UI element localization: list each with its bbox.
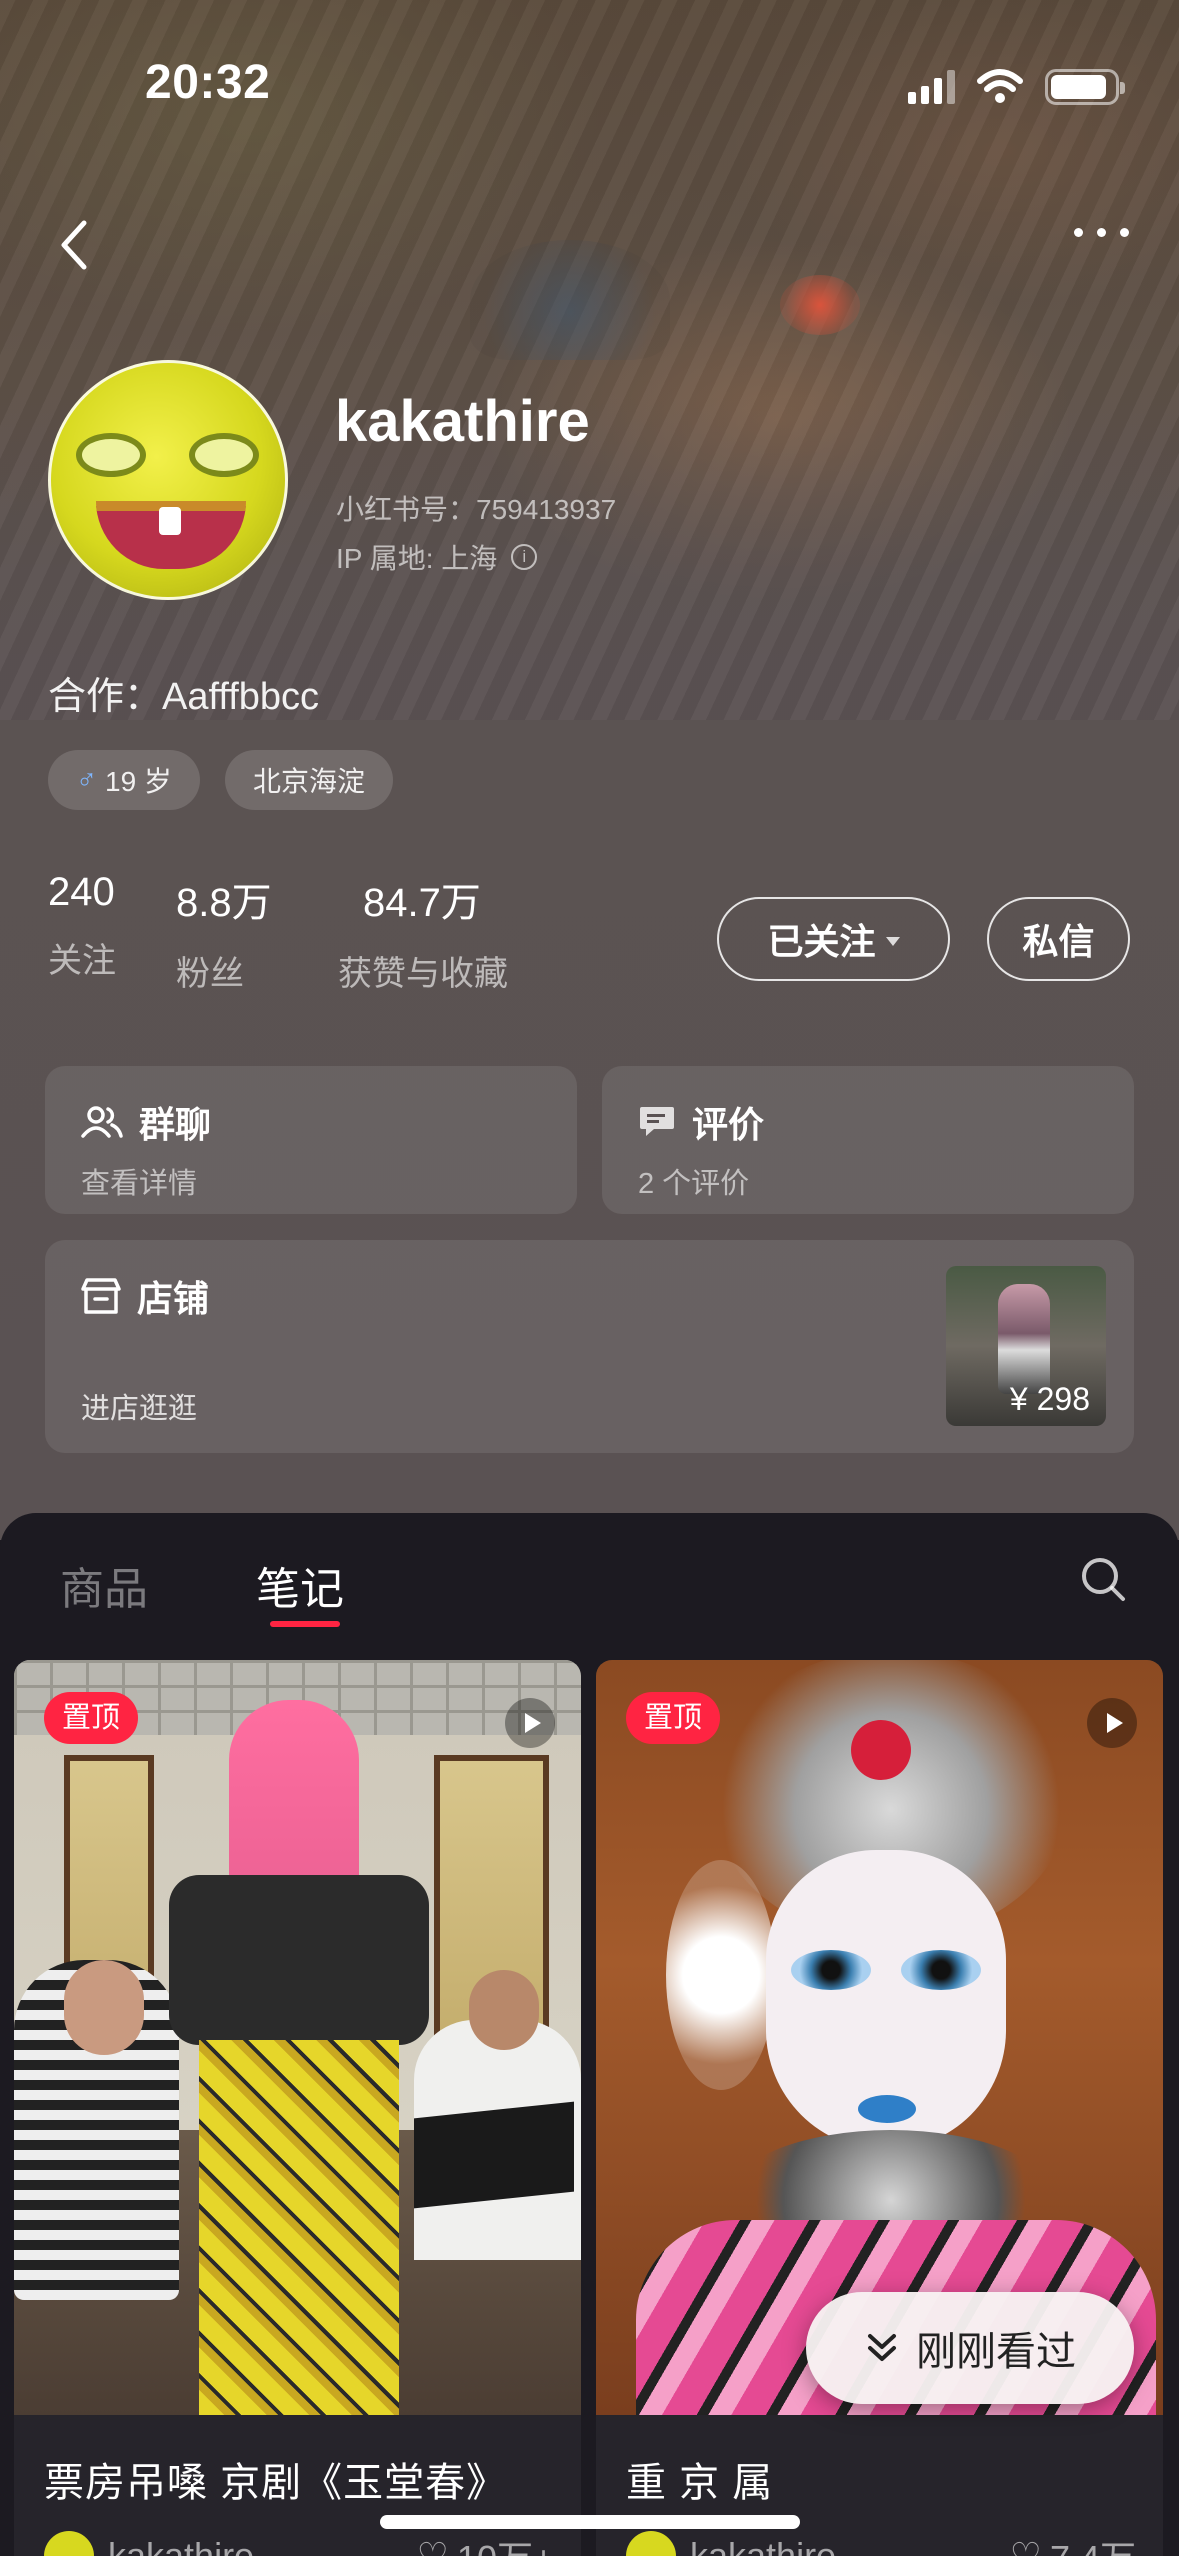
bg-flower-decoration bbox=[780, 275, 860, 335]
ip-location: IP 属地: 上海 i bbox=[336, 537, 538, 577]
note-title: 票房吊嗓 京剧《玉堂春》 bbox=[44, 2461, 508, 2505]
shop-product-thumbnail[interactable]: ¥ 298 bbox=[946, 1266, 1106, 1426]
stat-following[interactable]: 240 关注 bbox=[48, 870, 116, 982]
recently-viewed-button[interactable]: 刚刚看过 bbox=[806, 2292, 1134, 2404]
chat-bubble-icon bbox=[640, 1107, 674, 1136]
followed-button[interactable]: 已关注 bbox=[717, 897, 950, 981]
followers-count: 8.8万 bbox=[176, 881, 272, 925]
recently-viewed-label: 刚刚看过 bbox=[916, 2330, 1076, 2374]
group-chat-title: 群聊 bbox=[139, 1104, 212, 1145]
note-author: kakathire bbox=[690, 2535, 837, 2556]
note-card[interactable]: 置顶 票房吊嗓 京剧《玉堂春》 kakathire ♡ 10万+ bbox=[14, 1660, 581, 2556]
pinned-badge: 置顶 bbox=[626, 1692, 721, 1744]
heart-icon: ♡ bbox=[416, 2535, 449, 2556]
male-gender-icon: ♂ bbox=[76, 764, 97, 795]
cooperation-line: 合作：Aafffbbcc bbox=[48, 676, 320, 718]
bg-headdress-decoration bbox=[470, 240, 670, 360]
battery-icon bbox=[1045, 69, 1125, 105]
username: kakathire bbox=[335, 389, 590, 454]
followers-label: 粉丝 bbox=[176, 955, 244, 993]
note-footer: kakathire ♡ 10万+ bbox=[44, 2530, 554, 2556]
followed-button-label: 已关注 bbox=[767, 921, 876, 962]
info-icon[interactable]: i bbox=[511, 544, 538, 570]
ip-location-text: IP 属地: 上海 bbox=[336, 543, 498, 574]
following-count: 240 bbox=[48, 870, 115, 914]
author-avatar bbox=[44, 2531, 94, 2556]
note-card[interactable]: 置顶 重 京 属 kakathire ♡ 7.4万 bbox=[596, 1660, 1163, 2556]
note-footer: kakathire ♡ 7.4万 bbox=[626, 2530, 1136, 2556]
note-author: kakathire bbox=[108, 2535, 255, 2556]
heart-icon: ♡ bbox=[1009, 2535, 1042, 2556]
following-label: 关注 bbox=[48, 942, 116, 980]
back-arrow-icon[interactable] bbox=[50, 215, 100, 275]
shop-title: 店铺 bbox=[137, 1278, 210, 1319]
active-tab-indicator bbox=[270, 1621, 340, 1627]
reviews-title: 评价 bbox=[692, 1104, 765, 1145]
stat-followers[interactable]: 8.8万 粉丝 bbox=[176, 870, 272, 995]
more-options-icon[interactable] bbox=[1074, 228, 1129, 237]
reviews-card[interactable]: 评价 2 个评价 bbox=[602, 1066, 1134, 1214]
age-tag: ♂ 19 岁 bbox=[48, 750, 200, 810]
note-title: 重 京 属 bbox=[626, 2461, 774, 2505]
note-likes-count: 7.4万 bbox=[1050, 2530, 1136, 2556]
group-icon bbox=[81, 1106, 123, 1138]
likes-count: 84.7万 bbox=[363, 881, 481, 925]
group-chat-card[interactable]: 群聊 查看详情 bbox=[45, 1066, 577, 1214]
note-likes-count: 10万+ bbox=[457, 2530, 554, 2556]
age-tag-label: 19 岁 bbox=[105, 766, 172, 797]
video-play-icon bbox=[505, 1698, 555, 1748]
home-indicator[interactable] bbox=[380, 2515, 800, 2529]
group-chat-sub: 查看详情 bbox=[81, 1168, 198, 1200]
profile-tags: ♂ 19 岁 北京海淀 bbox=[48, 750, 393, 810]
shop-card[interactable]: 店铺 进店逛逛 ¥ 298 bbox=[45, 1240, 1134, 1453]
pinned-badge: 置顶 bbox=[44, 1692, 139, 1744]
status-icons bbox=[908, 65, 1125, 109]
author-avatar bbox=[626, 2531, 676, 2556]
location-tag-label: 北京海淀 bbox=[252, 766, 365, 797]
note-likes[interactable]: ♡ 7.4万 bbox=[1010, 2530, 1136, 2556]
note-cover-image bbox=[14, 1660, 581, 2415]
double-chevron-down-icon bbox=[868, 2334, 896, 2361]
stat-likes[interactable]: 84.7万 获赞与收藏 bbox=[338, 870, 508, 995]
wifi-icon bbox=[977, 69, 1023, 103]
avatar[interactable] bbox=[48, 360, 288, 600]
shop-icon bbox=[81, 1278, 121, 1314]
likes-label: 获赞与收藏 bbox=[338, 955, 508, 993]
status-time: 20:32 bbox=[145, 56, 271, 109]
shop-product-price: ¥ 298 bbox=[1009, 1381, 1090, 1417]
note-likes[interactable]: ♡ 10万+ bbox=[417, 2530, 554, 2556]
tab-notes[interactable]: 笔记 bbox=[256, 1553, 344, 1617]
video-play-icon bbox=[1087, 1698, 1137, 1748]
search-icon[interactable] bbox=[1079, 1555, 1127, 1603]
signal-icon bbox=[908, 70, 955, 104]
location-tag: 北京海淀 bbox=[224, 750, 393, 810]
shop-sub: 进店逛逛 bbox=[81, 1393, 198, 1425]
user-id[interactable]: 小红书号：759413937 bbox=[336, 488, 616, 528]
caret-down-icon bbox=[885, 936, 900, 946]
message-button[interactable]: 私信 bbox=[987, 897, 1130, 981]
reviews-sub: 2 个评价 bbox=[638, 1168, 750, 1200]
tab-products[interactable]: 商品 bbox=[60, 1553, 148, 1617]
